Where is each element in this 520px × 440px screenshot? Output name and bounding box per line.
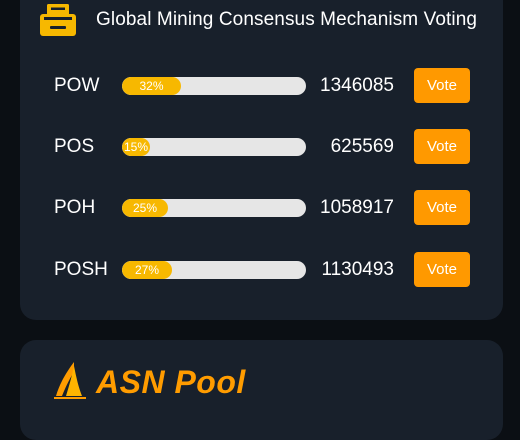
vote-count: 1130493 xyxy=(321,259,394,280)
mechanism-row-poh: POH 25% 1058917 Vote xyxy=(0,188,520,228)
progress-percent: 25% xyxy=(132,201,158,215)
vote-button-poh[interactable]: Vote xyxy=(414,190,470,225)
mechanism-label: POH xyxy=(54,197,96,218)
progress-fill: 32% xyxy=(122,77,181,95)
vote-count: 625569 xyxy=(330,136,394,157)
progress-percent: 15% xyxy=(123,140,149,154)
vote-count: 1346085 xyxy=(320,75,394,96)
progress-track: 15% xyxy=(122,138,306,156)
asn-sail-logo-icon xyxy=(54,362,86,399)
page-title: Global Mining Consensus Mechanism Voting xyxy=(96,9,478,30)
vote-button-posh[interactable]: Vote xyxy=(414,252,470,287)
vote-button-pos[interactable]: Vote xyxy=(414,129,470,164)
progress-track: 25% xyxy=(122,199,306,217)
mechanism-label: POSH xyxy=(54,259,108,280)
progress-percent: 27% xyxy=(134,263,160,277)
pool-brand-name: ASN Pool xyxy=(96,364,246,400)
mechanism-label: POW xyxy=(54,75,100,96)
progress-track: 27% xyxy=(122,261,306,279)
vote-button-pow[interactable]: Vote xyxy=(414,68,470,103)
voting-header: Global Mining Consensus Mechanism Voting xyxy=(40,4,477,36)
mechanism-label: POS xyxy=(54,136,95,157)
progress-fill: 27% xyxy=(122,261,172,279)
vote-count: 1058917 xyxy=(320,197,394,218)
ballot-box-icon xyxy=(40,4,76,36)
mechanism-row-pow: POW 32% 1346085 Vote xyxy=(0,66,520,106)
progress-fill: 15% xyxy=(122,138,150,156)
pool-card xyxy=(20,340,503,440)
progress-fill: 25% xyxy=(122,199,168,217)
mechanism-row-posh: POSH 27% 1130493 Vote xyxy=(0,250,520,290)
progress-track: 32% xyxy=(122,77,306,95)
mechanism-row-pos: POS 15% 625569 Vote xyxy=(0,127,520,167)
progress-percent: 32% xyxy=(139,79,164,93)
